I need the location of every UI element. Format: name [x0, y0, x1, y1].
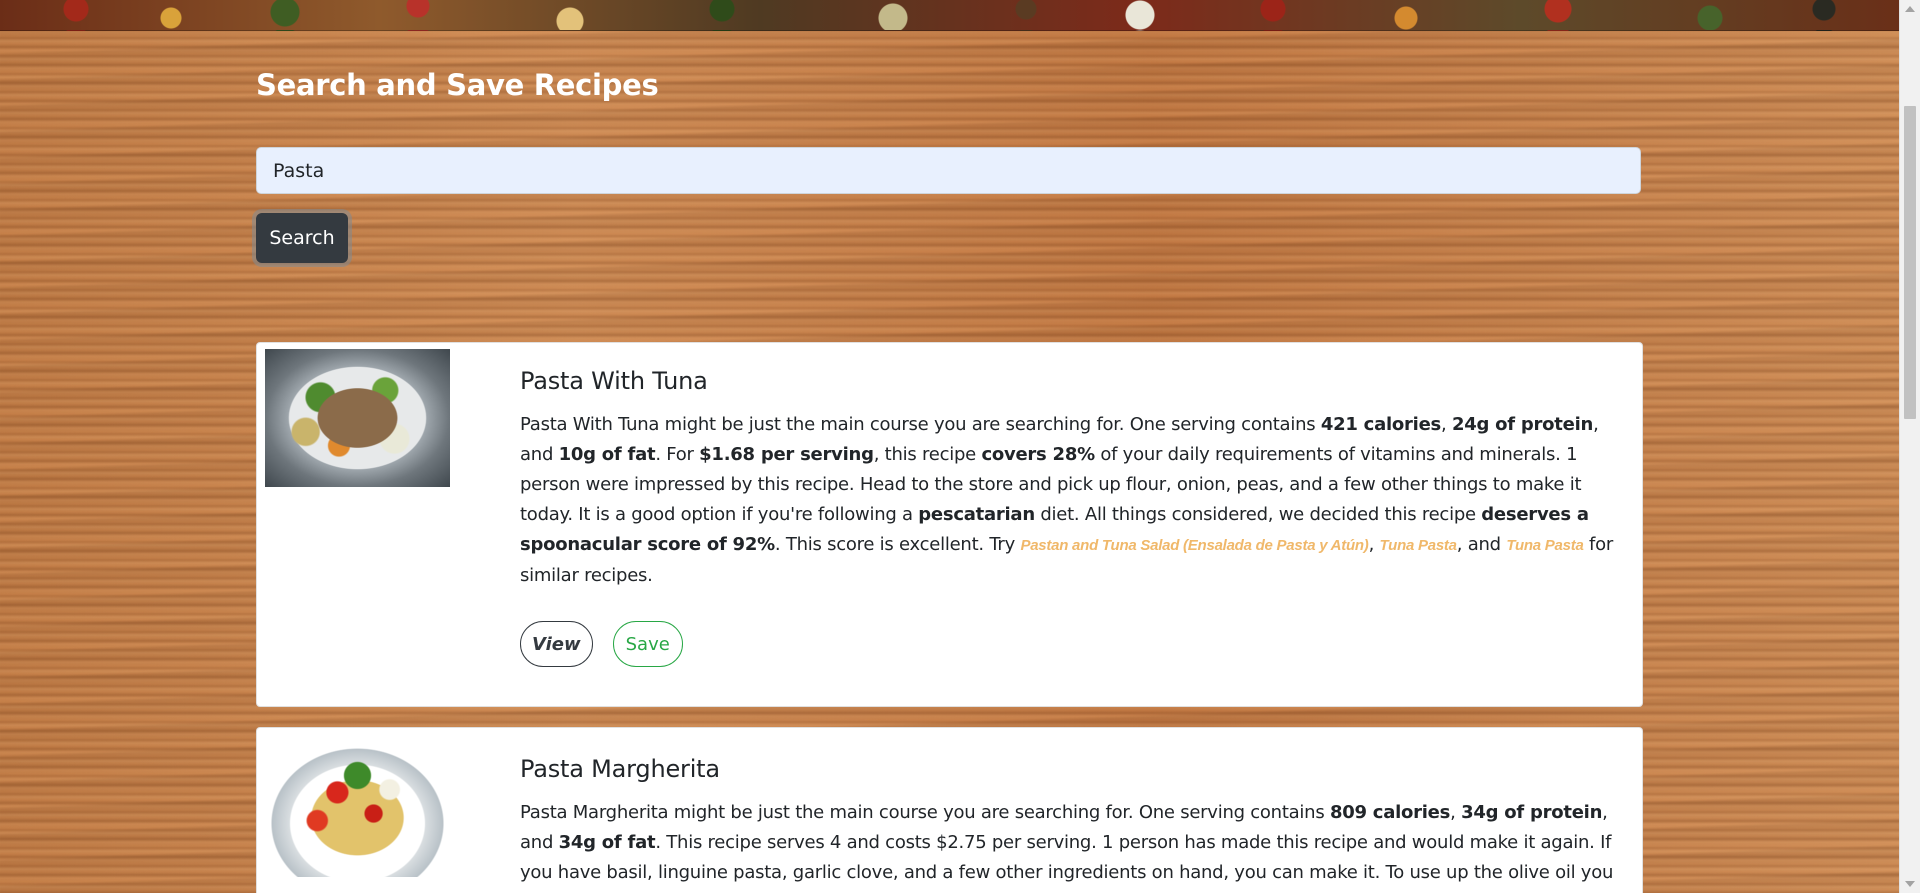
search-button[interactable]: Search	[256, 213, 348, 263]
recipe-summary: Pasta Margherita might be just the main …	[520, 802, 1614, 883]
header-banner-image	[0, 0, 1900, 31]
similar-recipe-link[interactable]: Pastan and Tuna Salad (Ensalada de Pasta…	[1020, 537, 1368, 554]
save-button[interactable]: Save	[612, 621, 683, 667]
similar-recipe-link[interactable]: Tuna Pasta	[1380, 537, 1458, 554]
recipe-card: Pasta With Tuna Pasta With Tuna might be…	[256, 342, 1643, 707]
recipe-image	[265, 349, 450, 487]
recipe-title: Pasta With Tuna	[520, 367, 708, 395]
similar-recipe-link[interactable]: Tuna Pasta	[1506, 537, 1584, 554]
recipe-card: Pasta Margherita Pasta Margherita might …	[256, 727, 1643, 893]
recipe-image	[257, 736, 458, 877]
scrollbar-thumb[interactable]	[1904, 106, 1916, 419]
recipe-card-body: Pasta With Tuna Pasta With Tuna might be…	[520, 367, 1616, 667]
recipe-title: Pasta Margherita	[520, 755, 720, 783]
search-input[interactable]	[256, 147, 1641, 194]
view-button[interactable]: View	[520, 621, 593, 667]
scroll-down-arrow-icon[interactable]	[1905, 881, 1915, 887]
recipe-actions: View Save	[520, 621, 1616, 667]
page-title: Search and Save Recipes	[256, 68, 659, 102]
page-scrollbar[interactable]	[1899, 0, 1920, 893]
recipe-card-body: Pasta Margherita Pasta Margherita might …	[520, 755, 1616, 888]
recipe-summary: Pasta With Tuna might be just the main c…	[520, 414, 1614, 586]
scroll-up-arrow-icon[interactable]	[1905, 6, 1915, 12]
